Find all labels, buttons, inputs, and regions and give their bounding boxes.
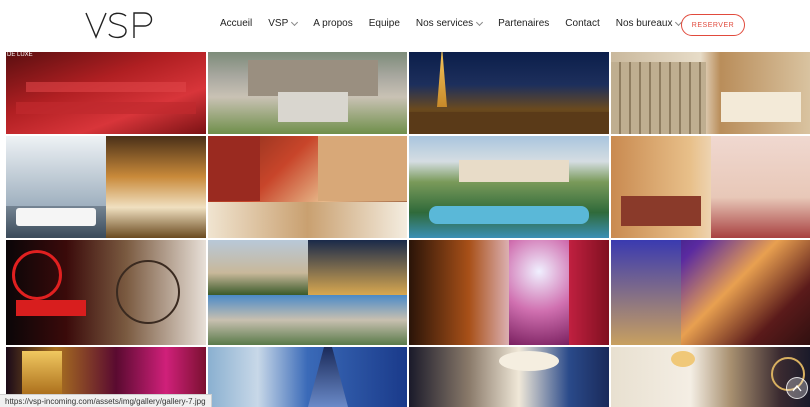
nav-label: Partenaires — [498, 18, 550, 29]
galeries-dome — [22, 351, 62, 397]
nav-equipe[interactable]: Equipe — [369, 18, 400, 29]
reserve-button[interactable]: RESERVER — [681, 14, 745, 36]
gallery-tile-hotel-theatre[interactable] — [611, 240, 810, 345]
chevron-down-icon — [291, 18, 299, 26]
nav-nos-services[interactable]: Nos services — [415, 18, 484, 29]
gallery-tile-lobby[interactable] — [409, 347, 609, 407]
eiffel-tower-shape — [437, 52, 447, 107]
nav-partenaires[interactable]: Partenaires — [498, 18, 549, 29]
gallery-tile-eiffel-terrace[interactable] — [409, 52, 609, 134]
chateau-night — [308, 240, 407, 295]
status-url: https://vsp-incoming.com/assets/img/gall… — [5, 396, 206, 406]
reception-desk — [318, 136, 407, 201]
gallery-tile-paris-street[interactable] — [611, 52, 810, 134]
terrace — [409, 112, 609, 134]
clock-window — [116, 260, 180, 324]
show-dancer — [509, 240, 569, 345]
seat-row — [16, 102, 196, 114]
gallery-tile-resort[interactable] — [409, 136, 609, 238]
chateau-blue-sky — [208, 295, 407, 345]
browser-status-bar: https://vsp-incoming.com/assets/img/gall… — [0, 394, 212, 407]
gallery-tile-chateau[interactable] — [208, 52, 407, 134]
photo-gallery: DE LUXE — [6, 52, 810, 407]
gallery-tile-eiffel-blue[interactable] — [208, 347, 407, 407]
nav-label: Nos bureaux — [615, 18, 673, 29]
windmill-shape — [12, 250, 62, 300]
tile-caption: DE LUXE — [7, 52, 33, 58]
nav-label: Accueil — [220, 18, 253, 29]
gallery-tile-theatre[interactable]: DE LUXE — [6, 52, 206, 134]
site-header: Accueil VSP A propos Equipe Nos services… — [0, 0, 810, 52]
nav-label: Nos services — [415, 18, 474, 29]
scroll-to-top-button[interactable] — [786, 377, 808, 399]
chateau-day — [208, 240, 308, 295]
gallery-tile-cabaret[interactable] — [409, 240, 609, 345]
chevron-up-icon — [792, 384, 802, 392]
hotel-facade-night — [611, 240, 681, 345]
chandelier — [671, 351, 695, 367]
gallery-tile-champagne-boat[interactable] — [6, 136, 206, 238]
bedroom-curtains — [711, 136, 810, 238]
gallery-tile-moulin-rouge[interactable] — [6, 240, 206, 345]
chevron-down-icon — [476, 18, 484, 26]
dining-hall — [106, 136, 206, 238]
nav-vsp[interactable]: VSP — [268, 18, 299, 29]
nav-nos-bureaux[interactable]: Nos bureaux — [615, 18, 683, 29]
nav-label: Contact — [565, 18, 600, 29]
nav-label: A propos — [313, 18, 353, 29]
nav-label: Equipe — [368, 18, 400, 29]
river-boat — [16, 208, 96, 226]
gallery-tile-chateaux[interactable] — [208, 240, 407, 345]
dining-table — [208, 202, 407, 238]
champagne-glasses — [6, 136, 106, 206]
hotel-bed — [721, 92, 801, 122]
nav-label: VSP — [268, 18, 289, 29]
armchairs — [621, 196, 701, 226]
main-nav: Accueil VSP A propos Equipe Nos services… — [220, 18, 697, 29]
vsp-logo[interactable] — [84, 10, 160, 40]
seat-row — [26, 82, 186, 92]
gallery-tile-events[interactable] — [208, 136, 407, 238]
nav-contact[interactable]: Contact — [565, 18, 599, 29]
pool — [429, 206, 589, 224]
gallery-tile-suite[interactable] — [611, 136, 810, 238]
resort-building — [459, 160, 569, 182]
neon-sign — [16, 300, 86, 316]
chandelier-light — [499, 351, 559, 371]
nav-accueil[interactable]: Accueil — [220, 18, 252, 29]
building-facade — [611, 62, 706, 134]
performers — [208, 136, 260, 201]
chateau-building — [248, 60, 378, 96]
nav-a-propos[interactable]: A propos — [313, 18, 352, 29]
gallery-tile-room[interactable] — [611, 347, 810, 407]
courtyard — [278, 92, 348, 122]
eiffel-tower-shape — [308, 347, 348, 407]
